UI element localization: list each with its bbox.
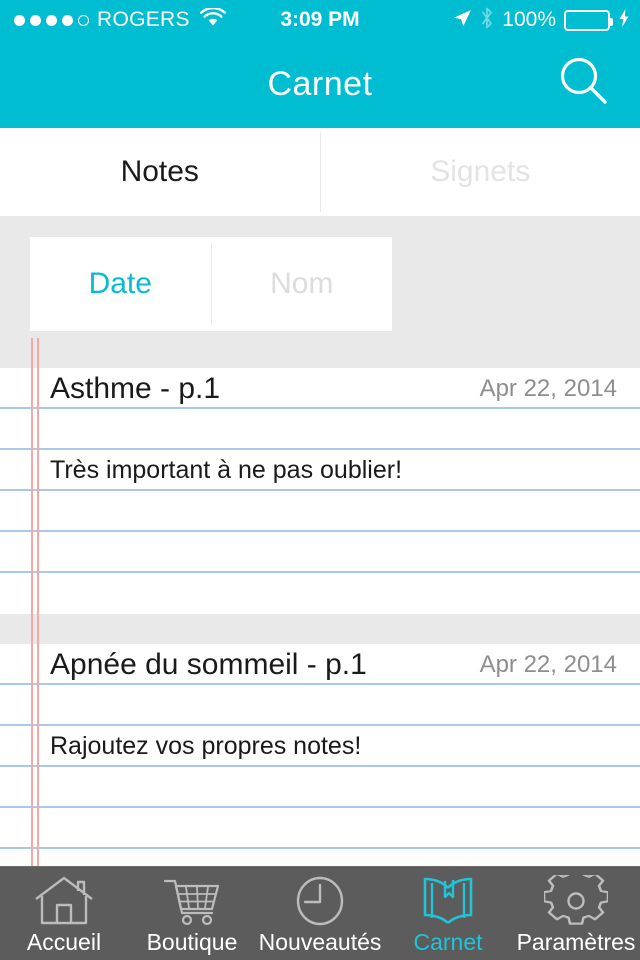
note-text-line: Très important à ne pas oublier!: [0, 450, 640, 491]
tab-boutique[interactable]: Boutique: [128, 867, 256, 960]
signal-dot-empty: [78, 14, 89, 26]
sort-segmented-control: Date Nom: [30, 237, 392, 331]
tab-nouveautes-label: Nouveautés: [258, 929, 382, 955]
location-arrow-icon: [452, 8, 472, 33]
sort-option-nom[interactable]: Nom: [212, 237, 393, 331]
note-text: Très important à ne pas oublier!: [50, 456, 403, 484]
note-header: Apnée du sommeil - p.1 Apr 22, 2014: [0, 644, 640, 685]
page-title-wrap: Carnet: [0, 40, 640, 128]
navigation-bar: Carnet: [0, 40, 640, 128]
status-bar-clock: 3:09 PM: [280, 8, 360, 31]
tab-notes-label: Notes: [120, 155, 199, 188]
tab-notes[interactable]: Notes: [0, 128, 320, 216]
list-item[interactable]: Asthme - p.1 Apr 22, 2014 Très important…: [0, 338, 640, 614]
status-bar-left: ROGERS: [0, 6, 226, 33]
open-book-icon: [416, 873, 480, 929]
top-tab-bar: Notes Signets: [0, 128, 640, 216]
search-button[interactable]: [552, 52, 616, 116]
bottom-tab-bar: Accueil Boutique Nouveautés Carnet Param…: [0, 866, 640, 960]
note-blank-line: [0, 532, 640, 573]
house-icon: [32, 873, 96, 929]
note-separator: [0, 614, 640, 644]
note-body[interactable]: Apnée du sommeil - p.1 Apr 22, 2014 Rajo…: [0, 644, 640, 866]
note-blank-line: [0, 409, 640, 450]
paper-rule: [0, 847, 640, 849]
shopping-cart-icon: [160, 873, 224, 929]
paper-margin-rule: [37, 338, 39, 866]
tab-parametres[interactable]: Paramètres: [512, 867, 640, 960]
tab-accueil-label: Accueil: [26, 929, 102, 955]
tab-carnet-label: Carnet: [413, 929, 483, 955]
gear-icon: [544, 873, 608, 929]
note-title: Asthme - p.1: [50, 371, 221, 405]
battery-cap: [609, 17, 613, 26]
tab-signets[interactable]: Signets: [320, 128, 640, 216]
signal-strength-dots: [14, 14, 89, 26]
tab-accueil[interactable]: Accueil: [0, 867, 128, 960]
note-title: Apnée du sommeil - p.1: [50, 647, 367, 681]
wifi-icon: [199, 6, 226, 33]
sort-option-nom-label: Nom: [270, 267, 334, 300]
app-screen: ROGERS 3:09 PM 100% Carnet Notes Signets…: [0, 0, 640, 960]
tab-signets-label: Signets: [430, 155, 531, 188]
note-blank-line: [0, 767, 640, 808]
lightning-bolt-icon: [618, 8, 630, 33]
paper-rule: [0, 806, 640, 808]
page-title: Carnet: [267, 64, 373, 103]
note-date: Apr 22, 2014: [479, 650, 617, 678]
list-item[interactable]: Apnée du sommeil - p.1 Apr 22, 2014 Rajo…: [0, 614, 640, 866]
note-list[interactable]: Asthme - p.1 Apr 22, 2014 Très important…: [0, 338, 640, 866]
note-header: Asthme - p.1 Apr 22, 2014: [0, 368, 640, 409]
paper-rule: [0, 571, 640, 573]
paper-rule: [0, 530, 640, 532]
note-body[interactable]: Asthme - p.1 Apr 22, 2014 Très important…: [0, 368, 640, 614]
sort-option-date[interactable]: Date: [30, 237, 211, 331]
note-blank-line: [0, 849, 640, 866]
note-blank-line: [0, 808, 640, 849]
status-bar: ROGERS 3:09 PM 100%: [0, 0, 640, 40]
note-blank-line: [0, 491, 640, 532]
signal-dot-filled: [46, 14, 57, 26]
note-text-line: Rajoutez vos propres notes!: [0, 726, 640, 767]
tab-nouveautes[interactable]: Nouveautés: [256, 867, 384, 960]
note-text: Rajoutez vos propres notes!: [50, 732, 362, 760]
signal-dot-filled: [30, 14, 41, 26]
tab-boutique-label: Boutique: [146, 929, 238, 955]
sort-bar: Date Nom: [0, 216, 640, 338]
carrier-name: ROGERS: [97, 8, 190, 31]
search-icon: [555, 53, 613, 116]
tab-parametres-label: Paramètres: [516, 929, 636, 955]
battery-full-icon: [564, 9, 613, 31]
paper-margin-rule: [31, 338, 33, 866]
bluetooth-icon: [480, 7, 494, 34]
note-blank-line: [0, 573, 640, 614]
note-blank-line: [0, 685, 640, 726]
signal-dot-filled: [62, 14, 73, 26]
note-date: Apr 22, 2014: [479, 374, 617, 402]
clock-icon: [288, 873, 352, 929]
signal-dot-filled: [14, 14, 25, 26]
note-separator: [0, 338, 640, 368]
battery-percent-label: 100%: [502, 8, 556, 31]
sort-option-date-label: Date: [88, 267, 152, 300]
tab-carnet[interactable]: Carnet: [384, 867, 512, 960]
status-bar-right: 100%: [452, 0, 630, 40]
